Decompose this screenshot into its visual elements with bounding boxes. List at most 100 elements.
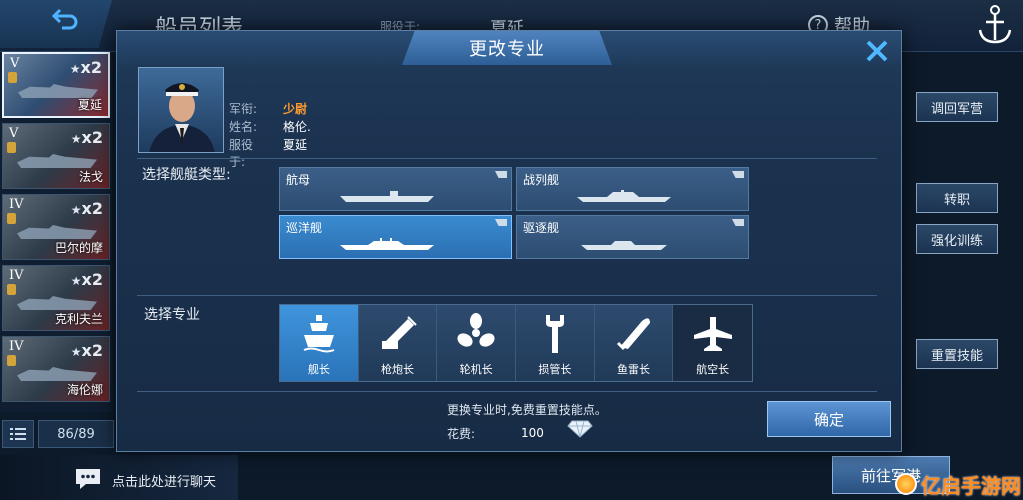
ship-type-destroyer[interactable]: 驱逐舰: [516, 215, 749, 259]
cannon-icon: [381, 316, 417, 349]
watermark-logo-icon: [895, 473, 917, 495]
battleship-silhouette-icon: [577, 190, 671, 202]
profession-gunnery[interactable]: 枪炮长: [358, 305, 438, 381]
profession-selector: 舰长 枪炮长 轮机长 损管长 鱼雷长 航空长: [279, 304, 753, 382]
crew-multiplier: ★x2: [70, 341, 103, 360]
watermark: 亿启手游网: [895, 468, 1023, 500]
officer-served-row: 服役于: 夏延: [229, 136, 307, 170]
profession-label-text: 枪炮长: [381, 363, 414, 376]
reset-skills-button[interactable]: 重置技能: [916, 339, 998, 369]
corner-flag-icon: [495, 219, 507, 226]
crew-card[interactable]: V ★x2 法戈: [2, 123, 110, 189]
ship-silhouette-icon: [17, 154, 97, 168]
chat-bar[interactable]: 点击此处进行聊天: [0, 455, 238, 500]
officer-avatar-icon: [149, 83, 215, 152]
free-reset-note: 更换专业时,免费重置技能点。: [447, 403, 607, 417]
change-job-button[interactable]: 转职: [916, 183, 998, 213]
officer-name-row: 姓名: 格伦.: [229, 118, 311, 135]
profession-label-text: 损管长: [538, 363, 572, 376]
crew-ship-name: 巴尔的摩: [54, 241, 103, 255]
crew-card[interactable]: V ★x2 夏延: [2, 52, 110, 118]
crew-badge-icon: [7, 355, 16, 366]
ship-silhouette-icon: [17, 225, 97, 239]
corner-flag-icon: [732, 171, 744, 178]
carrier-silhouette-icon: [340, 191, 434, 202]
name-value: 格伦.: [283, 120, 311, 134]
served-in-value: 夏延: [283, 138, 308, 152]
destroyer-silhouette-icon: [581, 241, 667, 250]
crew-rank: V: [10, 56, 20, 71]
profession-label: 选择专业: [144, 307, 200, 323]
ship-captain-icon: [303, 315, 335, 353]
watermark-text: 亿启手游网: [921, 473, 1021, 498]
dialog-header: 更改专业: [117, 31, 901, 65]
back-button[interactable]: [0, 0, 112, 48]
cruiser-silhouette-icon: [340, 238, 434, 250]
profession-aviation[interactable]: 航空长: [673, 305, 753, 381]
profession-damage-control[interactable]: 损管长: [516, 305, 595, 381]
change-profession-dialog: 更改专业 军衔: 少尉 姓名: 格伦. 服役于: 夏延 选择舰艇类型: 航母 战…: [116, 30, 902, 452]
rank-label: 军衔:: [229, 102, 258, 116]
list-icon: [10, 428, 26, 440]
propeller-icon: [457, 313, 495, 347]
profession-engineer[interactable]: 轮机长: [437, 305, 517, 381]
cost-label: 花费:: [447, 427, 476, 441]
ship-type-carrier[interactable]: 航母: [279, 167, 512, 211]
crew-ship-name: 海伦娜: [66, 383, 103, 397]
corner-flag-icon: [732, 219, 744, 226]
dialog-title-tab: 更改专业: [402, 31, 612, 65]
profession-captain[interactable]: 舰长: [280, 305, 359, 381]
crew-multiplier: ★x2: [70, 199, 103, 218]
ship-type-label-text: 驱逐舰: [523, 221, 560, 235]
chat-text: 点击此处进行聊天: [112, 475, 217, 490]
served-in-label: 服役于:: [229, 138, 254, 169]
airplane-icon: [693, 317, 732, 351]
name-label: 姓名:: [229, 120, 258, 134]
list-view-button[interactable]: [2, 420, 34, 448]
crew-multiplier: ★x2: [70, 128, 103, 147]
recall-barracks-button[interactable]: 调回军营: [916, 92, 998, 122]
close-button[interactable]: [861, 35, 893, 67]
close-icon: [866, 40, 888, 62]
crew-ship-name: 夏延: [77, 98, 102, 112]
crew-rank: IV: [9, 197, 24, 212]
rank-value: 少尉: [283, 102, 308, 116]
crew-card[interactable]: IV ★x2 巴尔的摩: [2, 194, 110, 260]
profession-torpedo[interactable]: 鱼雷长: [594, 305, 674, 381]
crew-badge-icon: [7, 142, 16, 153]
dialog-title: 更改专业: [469, 39, 545, 60]
back-arrow-icon: [51, 8, 78, 30]
ship-type-label-text: 航母: [286, 173, 311, 187]
ship-silhouette-icon: [17, 296, 97, 310]
crew-multiplier: ★x2: [70, 270, 103, 289]
chat-icon: [76, 469, 100, 489]
crew-card[interactable]: IV ★x2 克利夫兰: [2, 265, 110, 331]
ship-silhouette-icon: [17, 367, 97, 381]
ship-type-cruiser[interactable]: 巡洋舰: [279, 215, 512, 259]
crew-card[interactable]: IV ★x2 海伦娜: [2, 336, 110, 402]
wrench-icon: [545, 315, 564, 353]
intensive-training-button[interactable]: 强化训练: [916, 224, 998, 254]
cost-value: 100: [521, 426, 544, 440]
confirm-button[interactable]: 确定: [767, 401, 891, 437]
profession-label-text: 轮机长: [459, 363, 493, 376]
divider: [137, 391, 877, 392]
ship-type-label: 选择舰艇类型:: [142, 167, 231, 183]
officer-portrait: [138, 67, 224, 153]
crew-rank: V: [9, 126, 19, 141]
anchor-icon[interactable]: [972, 0, 1018, 48]
crew-ship-name: 法戈: [78, 170, 103, 184]
crew-badge-icon: [7, 284, 16, 295]
crew-count: 86/89: [38, 420, 114, 448]
crew-ship-name: 克利夫兰: [54, 312, 103, 326]
corner-flag-icon: [495, 171, 507, 178]
divider: [137, 295, 877, 296]
profession-label-text: 航空长: [696, 363, 730, 376]
ship-type-battleship[interactable]: 战列舰: [516, 167, 749, 211]
crew-rank: IV: [9, 339, 24, 354]
divider: [137, 158, 877, 159]
torpedo-icon: [616, 318, 650, 351]
ship-type-label-text: 巡洋舰: [286, 221, 323, 235]
crew-badge-icon: [7, 213, 16, 224]
crew-multiplier: ★x2: [69, 58, 102, 77]
